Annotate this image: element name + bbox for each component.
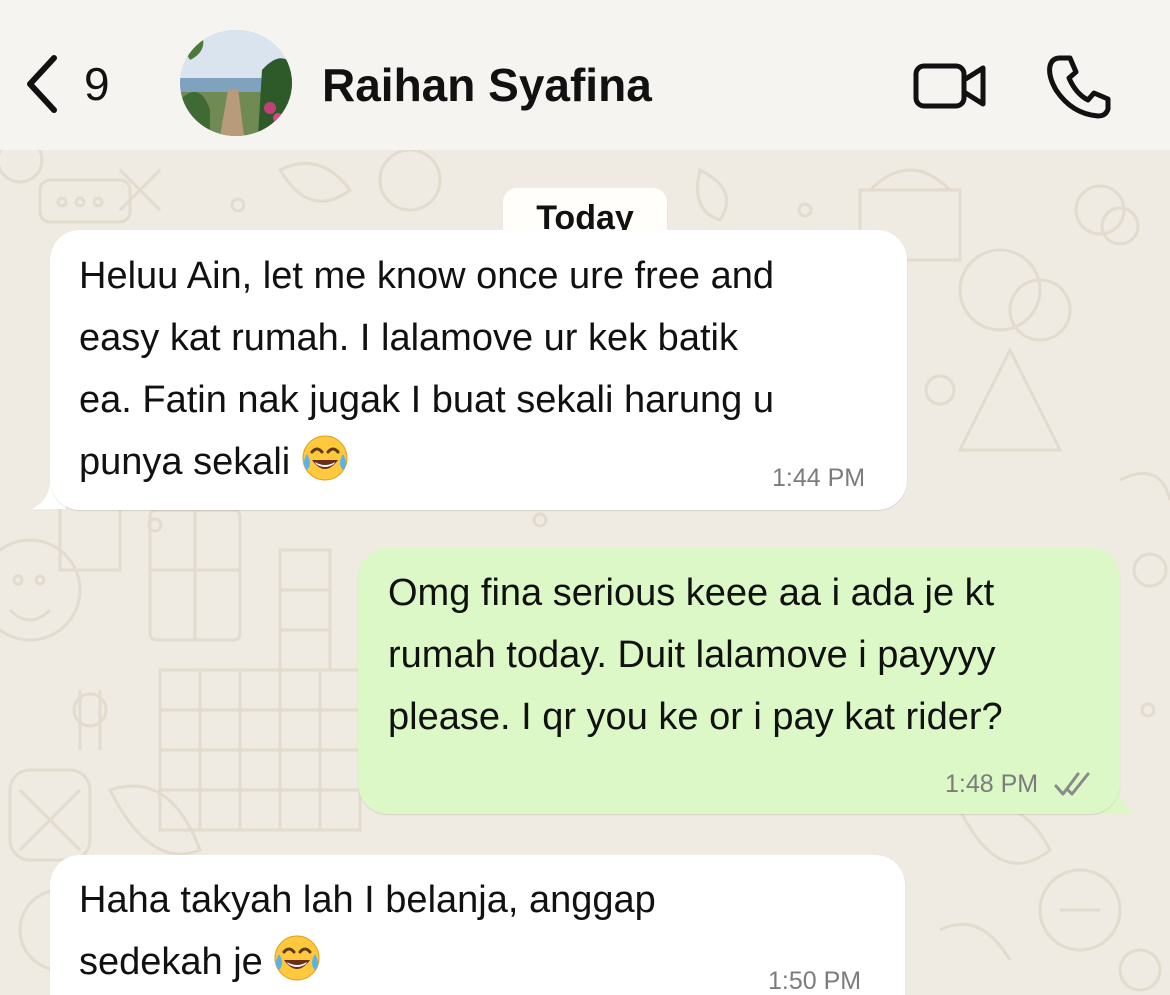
double-check-icon: [1054, 770, 1094, 803]
message-text: Heluu Ain, let me know once ure free and…: [79, 255, 775, 483]
avatar[interactable]: [180, 30, 292, 136]
message-bubble-outgoing[interactable]: Omg fina serious keee aa i ada je kt rum…: [358, 548, 1120, 814]
message-text: Omg fina serious keee aa i ada je kt rum…: [388, 572, 1003, 738]
back-button[interactable]: 9: [24, 52, 134, 116]
phone-icon: [1046, 55, 1112, 124]
chat-header: 9 Raihan Syafina: [0, 0, 1170, 150]
face-with-tears-of-joy-emoji: [273, 934, 321, 982]
contact-name[interactable]: Raihan Syafina: [322, 58, 652, 112]
face-with-tears-of-joy-emoji: [301, 434, 349, 482]
message-bubble-incoming[interactable]: Haha takyah lah I belanja, anggap sedeka…: [50, 855, 905, 995]
unread-count: 9: [84, 58, 110, 110]
message-time: 1:48 PM: [945, 770, 1039, 798]
message-bubble-incoming[interactable]: Heluu Ain, let me know once ure free and…: [50, 230, 907, 510]
video-camera-icon: [913, 63, 987, 116]
video-call-button[interactable]: [913, 60, 987, 112]
message-time: 1:44 PM: [772, 464, 866, 492]
chat-area[interactable]: Today Heluu Ain, let me know once ure fr…: [0, 150, 1170, 995]
message-text: Haha takyah lah I belanja, anggap sedeka…: [79, 879, 656, 983]
message-time: 1:50 PM: [768, 967, 862, 995]
chevron-left-icon: [24, 54, 60, 114]
voice-call-button[interactable]: [1046, 54, 1112, 120]
